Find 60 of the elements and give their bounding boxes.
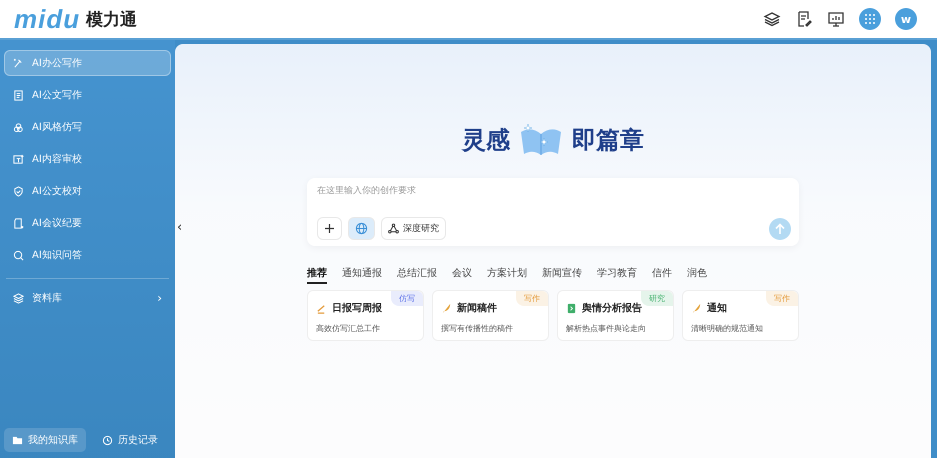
apps-grid-button[interactable]: [859, 8, 881, 30]
card-tag: 仿写: [391, 291, 423, 306]
card-tag: 写作: [516, 291, 548, 306]
card-description: 解析热点事件舆论走向: [566, 323, 647, 334]
hero-title: 灵感: [462, 124, 510, 156]
card-tag: 研究: [641, 291, 673, 306]
layers-icon: [13, 292, 24, 304]
web-search-button[interactable]: [348, 217, 375, 240]
presentation-chart-icon[interactable]: [827, 10, 845, 28]
card-description: 清晰明确的规范通知: [691, 323, 764, 334]
add-button[interactable]: [317, 217, 342, 240]
text-box-icon: [13, 154, 24, 164]
document-icon: [566, 302, 577, 314]
grid-icon: [865, 14, 875, 24]
category-tab[interactable]: 新闻宣传: [542, 266, 582, 284]
category-tab[interactable]: 方案计划: [487, 266, 527, 284]
card-description: 高效仿写汇总工作: [316, 323, 381, 334]
collapse-handle[interactable]: ‹: [177, 220, 182, 235]
category-tab[interactable]: 总结汇报: [397, 266, 437, 284]
feather-icon: [691, 302, 702, 314]
library-item[interactable]: 资料库 ›: [4, 285, 171, 311]
deep-research-button[interactable]: 深度研究: [381, 217, 446, 240]
card-title: 通知: [707, 302, 727, 315]
category-tab[interactable]: 润色: [687, 266, 707, 284]
feather-icon: [441, 302, 452, 314]
document-icon: [13, 90, 24, 100]
sidebar-item[interactable]: AI公文校对: [4, 178, 171, 204]
template-card[interactable]: 写作 新闻稿件 撰写有传播性的稿件: [432, 290, 549, 341]
pen-icon: [13, 58, 24, 68]
folder-icon: [12, 434, 23, 446]
plus-icon: [324, 223, 335, 234]
hero-title: 即篇章: [572, 124, 644, 156]
template-card[interactable]: 研究 舆情分析报告 解析热点事件舆论走向: [557, 290, 674, 341]
category-tab[interactable]: 信件: [652, 266, 672, 284]
card-title: 日报写周报: [332, 302, 382, 315]
globe-icon: [355, 222, 368, 235]
pen-icon: [316, 302, 327, 314]
card-title: 舆情分析报告: [582, 302, 642, 315]
note-icon: [13, 218, 24, 228]
card-description: 撰写有传播性的稿件: [441, 323, 514, 334]
template-card[interactable]: 仿写 日报写周报 高效仿写汇总工作: [307, 290, 424, 341]
sidebar-item[interactable]: AI会议纪要: [4, 210, 171, 236]
card-title: 新闻稿件: [457, 301, 497, 315]
sidebar-item[interactable]: AI知识问答: [4, 242, 171, 268]
card-tag: 写作: [766, 291, 798, 306]
category-tab[interactable]: 学习教育: [597, 266, 637, 284]
shield-icon: [13, 186, 24, 196]
arrow-up-icon: [774, 222, 786, 234]
clock-icon: [102, 434, 113, 446]
search-icon: [13, 250, 24, 260]
category-tab[interactable]: 会议: [452, 266, 472, 284]
circles-icon: [13, 122, 24, 132]
network-icon: [388, 223, 399, 234]
template-card[interactable]: 写作 通知 清晰明确的规范通知: [682, 290, 799, 341]
logo-text: 模力通: [86, 8, 138, 30]
sidebar-bottom-button[interactable]: 历史记录: [94, 428, 166, 452]
category-tab[interactable]: 推荐: [307, 266, 327, 284]
category-tab[interactable]: 通知通报: [342, 266, 382, 284]
layers-icon[interactable]: [763, 10, 781, 28]
logo-mark: midu: [14, 4, 80, 34]
